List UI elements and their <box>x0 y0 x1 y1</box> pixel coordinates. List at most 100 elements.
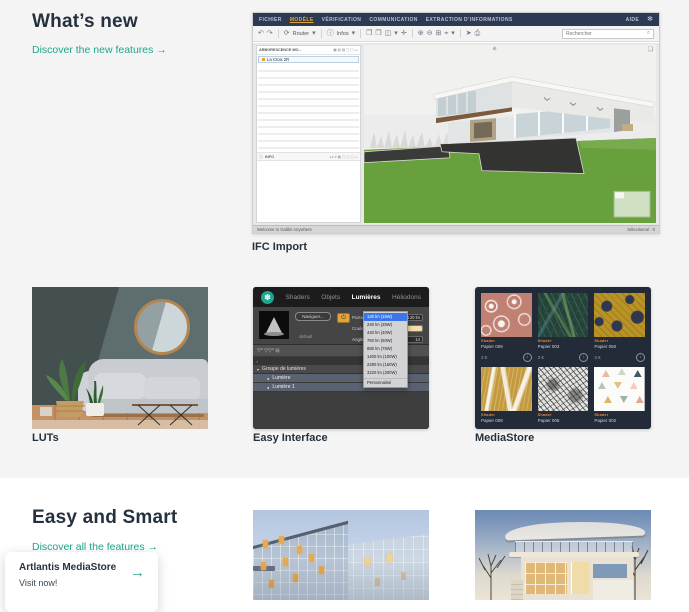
dropdown-option[interactable]: 2290 lm (150W) <box>364 361 407 369</box>
axes-icon[interactable]: ✛ <box>401 30 407 37</box>
dropdown-option[interactable]: 750 lm (60W) <box>364 337 407 345</box>
dropdown-option[interactable]: 240 lm (25W) <box>364 321 407 329</box>
panel-toggle-icon[interactable]: ❏ <box>648 46 653 53</box>
cube-hide-icon[interactable]: ◫ <box>385 30 392 37</box>
caret-down-icon[interactable]: ▾ <box>312 30 316 37</box>
wallpaper-swatch <box>481 293 532 337</box>
mediastore-grid: Shader Papier 009 3 € ↓ Shader Papier 00… <box>481 293 645 423</box>
search-box: ⌕ <box>562 29 654 39</box>
toast-title: Artlantis MediaStore <box>19 562 116 573</box>
dropdown-option-custom[interactable]: Personnalisé <box>364 378 407 386</box>
download-icon[interactable]: ↓ <box>523 353 532 362</box>
tree-rows <box>258 65 359 151</box>
toolbar-divider <box>321 29 322 38</box>
zoom-fit-icon[interactable]: ⊞ <box>435 30 441 37</box>
sync-icon[interactable]: ⟳ <box>284 30 290 37</box>
tab-shaders[interactable]: Shaders <box>286 294 310 301</box>
menu-extraction[interactable]: EXTRACTION D'INFORMATIONS <box>426 17 513 23</box>
tab-heliodons[interactable]: Héliodons <box>392 294 421 301</box>
menu-fichier[interactable]: FICHIER <box>259 17 282 23</box>
caret-down-icon[interactable]: ▾ <box>394 30 398 37</box>
redo-icon[interactable]: ↷ <box>267 30 273 37</box>
luts-thumbnail[interactable] <box>32 287 208 429</box>
caret-down-icon[interactable]: ▾ <box>451 30 455 37</box>
mediastore-tile[interactable]: Shader Papier 009 3 € ↓ <box>481 293 532 367</box>
sofa-cushion <box>144 377 200 401</box>
toast-subtitle[interactable]: Visit now! <box>19 578 57 588</box>
angle-label: Angle <box>352 337 364 342</box>
target-icon[interactable]: ⌖ <box>444 30 448 37</box>
tile-price: 3 € <box>538 355 544 360</box>
infos-dropdown[interactable]: Infos <box>337 31 349 37</box>
compass-icon: ⊕ <box>492 46 496 52</box>
toolbar-divider <box>360 29 361 38</box>
whats-new-title: What’s new <box>32 11 138 33</box>
dropdown-option[interactable]: 130 lm (15W) <box>364 313 407 321</box>
light-name: Lumière 1 <box>272 384 294 390</box>
tree-item[interactable]: La Croix 2R <box>258 56 359 63</box>
tab-lumieres[interactable]: Lumières <box>352 294 381 301</box>
pointer-icon[interactable]: ➤ <box>466 30 472 37</box>
tile-price: 3 € <box>594 355 600 360</box>
ifc-import-screenshot[interactable]: FICHIER MODÈLE VÉRIFICATION COMMUNICATIO… <box>252 12 660 234</box>
toolbar-divider <box>412 29 413 38</box>
tile-name: Papier 002 <box>594 418 645 423</box>
mediastore-toast[interactable]: Artlantis MediaStore Visit now! → <box>5 552 158 612</box>
whats-new-section: What’s new Discover the new features → F… <box>0 0 689 478</box>
zoom-in-icon[interactable]: ⊕ <box>418 30 424 37</box>
info-panel-icons[interactable]: ◂ ▸ ▾ ▦ ▢ ▢ ▢ ▭ <box>329 155 358 159</box>
house-photo[interactable] <box>475 510 651 600</box>
ifc-node-icon <box>262 58 265 61</box>
mediastore-tile[interactable]: Shader Papier 002 <box>594 367 645 423</box>
easy-smart-title: Easy and Smart <box>32 507 177 529</box>
info-icon[interactable]: ⓘ <box>327 30 334 37</box>
menu-modele[interactable]: MODÈLE <box>290 17 314 23</box>
browse-button[interactable]: Naviguer... <box>295 312 331 321</box>
whats-new-link[interactable]: Discover the new features → <box>32 44 167 56</box>
wallpaper-swatch <box>538 367 589 411</box>
power-dropdown: 130 lm (15W) 240 lm (25W) 440 lm (40W) 7… <box>363 311 408 388</box>
download-icon[interactable]: ↓ <box>579 353 588 362</box>
dropdown-option[interactable]: 1400 lm (100W) <box>364 353 407 361</box>
wallpaper-swatch <box>481 367 532 411</box>
easy-interface-screenshot[interactable]: ✽ Shaders Objets Lumières Héliodons Navi… <box>253 287 429 429</box>
menu-aide[interactable]: AIDE <box>626 17 640 23</box>
3d-viewport[interactable]: ⊕ <box>364 45 656 223</box>
mediastore-tile[interactable]: Shader Papier 003 3 € ↓ <box>538 293 589 367</box>
search-input[interactable] <box>566 31 645 37</box>
print-icon[interactable]: ⎙ <box>475 30 481 37</box>
status-message: Welcome to Galibri Anywhere <box>257 227 312 232</box>
power-icon: ⏻ <box>341 315 346 321</box>
ifc-content: ❏ ARBORESCENCE MO... ▦ ▧ ▨ ▢ ▢ ▭ La Croi… <box>253 43 659 225</box>
mediastore-tile[interactable]: Shader Papier 005 <box>538 367 589 423</box>
undo-icon[interactable]: ↶ <box>258 30 264 37</box>
caret-down-icon[interactable]: ▾ <box>352 30 356 37</box>
arrow-right-icon[interactable]: → <box>130 564 145 581</box>
dropdown-option[interactable]: 880 lm (75W) <box>364 345 407 353</box>
mediastore-screenshot[interactable]: Shader Papier 009 3 € ↓ Shader Papier 00… <box>475 287 651 429</box>
menu-verification[interactable]: VÉRIFICATION <box>322 17 362 23</box>
triangle-pattern <box>594 367 645 411</box>
filter-icon: ⌕ <box>256 359 258 364</box>
building-photo[interactable] <box>253 510 429 600</box>
tile-category: Shader <box>538 413 589 417</box>
power-button[interactable]: ⏻ <box>337 313 350 323</box>
mediastore-tile[interactable]: Shader Papier 008 <box>481 367 532 423</box>
dropdown-option[interactable]: 3220 lm (200W) <box>364 369 407 377</box>
mediastore-tile[interactable]: Shader Papier 050 3 € ↓ <box>594 293 645 367</box>
tab-objets[interactable]: Objets <box>321 294 340 301</box>
router-dropdown[interactable]: Router <box>293 31 310 37</box>
artlantis-logo-icon: ✽ <box>261 291 274 304</box>
cube-section-icon[interactable]: ❒ <box>375 30 381 37</box>
easy-interface-caption: Easy Interface <box>253 432 328 444</box>
light-type-icons[interactable]: ▽° ▽▽° ⊟ <box>257 348 280 354</box>
selection-count: Sélectionné : 0 <box>627 227 655 232</box>
tile-category: Shader <box>481 413 532 417</box>
cube-view-icon[interactable]: ❐ <box>366 30 372 37</box>
tree-panel-icons[interactable]: ▦ ▧ ▨ ▢ ▢ ▭ <box>333 48 358 52</box>
dropdown-option[interactable]: 440 lm (40W) <box>364 329 407 337</box>
download-icon[interactable]: ↓ <box>636 353 645 362</box>
zoom-out-icon[interactable]: ⊖ <box>427 30 433 37</box>
ifc-import-caption: IFC Import <box>252 241 307 253</box>
menu-communication[interactable]: COMMUNICATION <box>369 17 417 23</box>
